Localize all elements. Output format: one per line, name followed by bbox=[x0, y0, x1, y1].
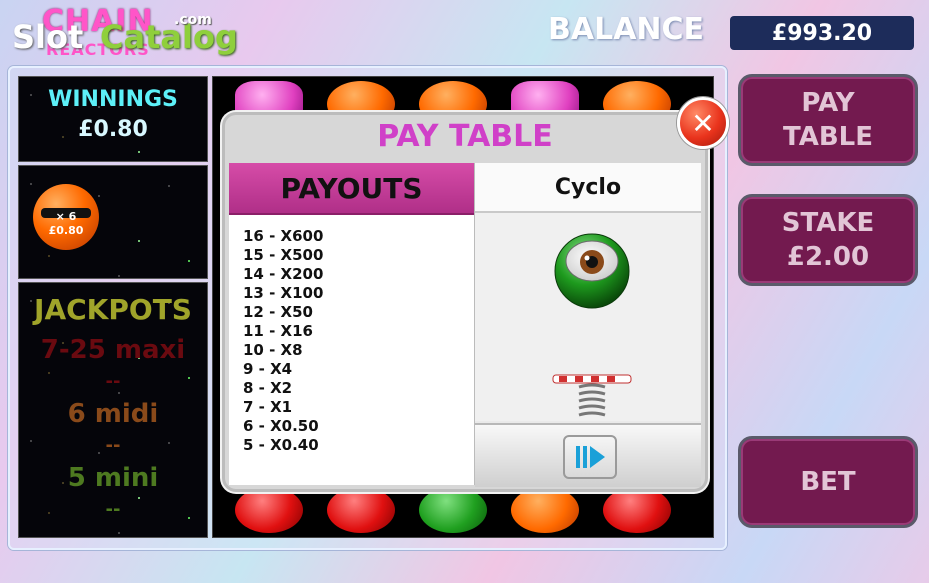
orange-ball-symbol-icon bbox=[511, 487, 579, 533]
multiplier-value: £0.80 bbox=[48, 224, 84, 237]
pay-table-title: PAY TABLE bbox=[377, 119, 553, 154]
next-page-button[interactable] bbox=[563, 435, 617, 479]
jackpot-maxi-label: 7-25 maxi bbox=[40, 335, 186, 365]
symbol-name: Cyclo bbox=[475, 163, 701, 213]
payout-row: 13 - X100 bbox=[243, 284, 324, 302]
pay-table-nav bbox=[475, 423, 701, 487]
jackpot-midi-value: -- bbox=[105, 435, 121, 456]
jackpot-midi-label: 6 midi bbox=[67, 399, 159, 429]
watermark-catalog: Catalog bbox=[100, 18, 238, 56]
payout-row: 9 - X4 bbox=[243, 360, 293, 378]
multiplier-panel: × 6 £0.80 bbox=[18, 165, 208, 279]
pay-table-label-2: TABLE bbox=[783, 122, 873, 152]
payouts-list: 16 - X600 15 - X500 14 - X200 13 - X100 … bbox=[243, 227, 323, 455]
symbol-column: Cyclo bbox=[475, 163, 701, 487]
bet-button[interactable]: BET bbox=[738, 436, 918, 528]
bet-label: BET bbox=[800, 467, 856, 497]
payout-row: 16 - X600 bbox=[243, 227, 324, 245]
payout-row: 7 - X1 bbox=[243, 398, 293, 416]
green-cyclo-symbol-icon bbox=[419, 487, 487, 533]
red-spiky-symbol-icon bbox=[235, 487, 303, 533]
game-logo: CHAIN REACTORS Slot Catalog .com bbox=[12, 4, 238, 64]
jackpot-mini-label: 5 mini bbox=[67, 463, 159, 493]
jackpots-panel: JACKPOTS 7-25 maxi -- 6 midi -- 5 mini -… bbox=[18, 282, 208, 538]
watermark-slot: Slot bbox=[12, 18, 84, 56]
close-icon[interactable]: ✕ bbox=[677, 97, 729, 149]
payouts-header: PAYOUTS bbox=[229, 163, 474, 215]
multiplier-count: × 6 bbox=[55, 210, 77, 223]
stake-value: £2.00 bbox=[786, 242, 870, 272]
payout-row: 12 - X50 bbox=[243, 303, 313, 321]
jackpot-mini-value: -- bbox=[105, 499, 121, 520]
red-spiky-symbol-icon bbox=[327, 487, 395, 533]
payout-row: 10 - X8 bbox=[243, 341, 303, 359]
balance-value: £993.20 bbox=[730, 16, 914, 50]
jackpot-maxi-value: -- bbox=[105, 371, 121, 392]
watermark-com: .com bbox=[174, 12, 212, 28]
stake-label: STAKE bbox=[781, 208, 875, 238]
symbol-preview bbox=[475, 213, 701, 421]
payout-row: 14 - X200 bbox=[243, 265, 324, 283]
pay-table-modal: PAY TABLE ✕ PAYOUTS 16 - X600 15 - X500 … bbox=[222, 97, 729, 492]
jackpots-title: JACKPOTS bbox=[34, 293, 192, 326]
pay-table-label-1: PAY bbox=[801, 88, 855, 118]
stake-button[interactable]: STAKE £2.00 bbox=[738, 194, 918, 286]
balance-label: BALANCE bbox=[548, 12, 705, 47]
pay-table-button[interactable]: PAY TABLE bbox=[738, 74, 918, 166]
payouts-column: PAYOUTS 16 - X600 15 - X500 14 - X200 13… bbox=[229, 163, 476, 485]
red-spiky-symbol-icon bbox=[603, 487, 671, 533]
payout-row: 8 - X2 bbox=[243, 379, 293, 397]
payout-row: 6 - X0.50 bbox=[243, 417, 319, 435]
payout-row: 11 - X16 bbox=[243, 322, 313, 340]
next-arrow-icon bbox=[576, 446, 605, 468]
winnings-panel: WINNINGS £0.80 bbox=[18, 76, 208, 162]
payout-row: 15 - X500 bbox=[243, 246, 324, 264]
payout-row: 5 - X0.40 bbox=[243, 436, 319, 454]
cyclo-symbol-icon bbox=[552, 233, 632, 417]
winnings-value: £0.80 bbox=[78, 117, 148, 142]
winnings-label: WINNINGS bbox=[48, 87, 178, 112]
